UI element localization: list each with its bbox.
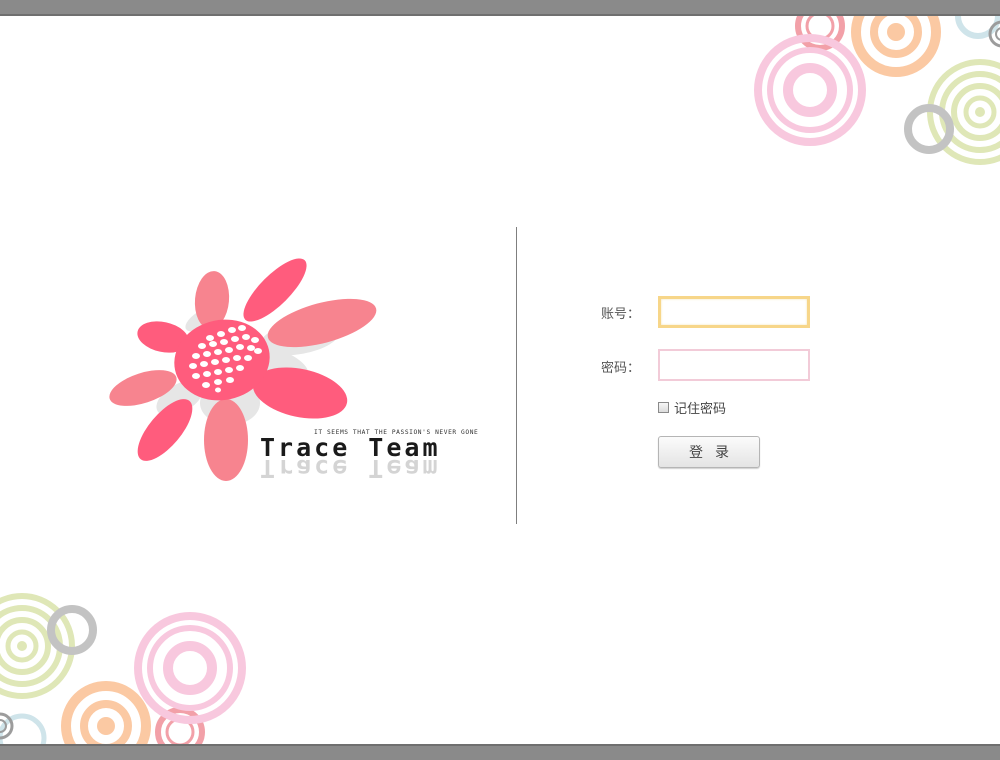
top-bar	[0, 0, 1000, 16]
remember-label: 记住密码	[674, 401, 727, 417]
rings-top-icon	[754, 16, 1000, 165]
trace-team-logo: IT SEEMS THAT THE PASSION'S NEVER GONE T…	[100, 248, 500, 488]
login-page: IT SEEMS THAT THE PASSION'S NEVER GONE T…	[0, 0, 1000, 760]
account-input[interactable]	[658, 296, 810, 328]
login-button[interactable]: 登录	[658, 436, 760, 468]
decorative-rings-top	[740, 16, 1000, 176]
logo-brand-reflection: Trace Team	[260, 454, 441, 483]
remember-checkbox[interactable]	[658, 401, 669, 413]
flower-logo-icon: IT SEEMS THAT THE PASSION'S NEVER GONE T…	[109, 258, 478, 483]
remember-password-option[interactable]: 记住密码	[658, 398, 727, 417]
decorative-rings-bottom	[0, 580, 260, 744]
login-form: 账号： 密码： 记住密码 登录	[560, 290, 860, 490]
vertical-divider	[516, 227, 517, 524]
password-input[interactable]	[658, 349, 810, 381]
rings-bottom-icon	[0, 593, 246, 744]
account-label: 账号：	[600, 307, 640, 322]
password-label: 密码：	[600, 361, 640, 376]
bottom-bar	[0, 744, 1000, 760]
